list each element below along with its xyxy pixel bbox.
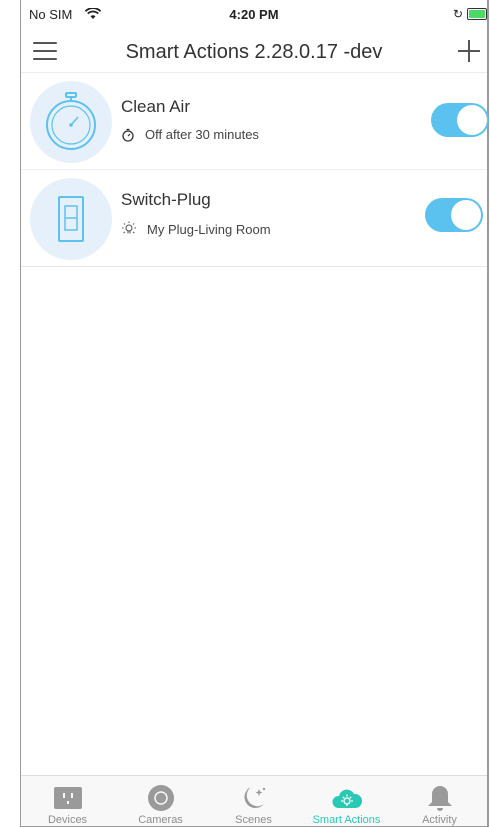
clock: 4:20 PM bbox=[229, 7, 279, 22]
action-detail-text: Off after 30 minutes bbox=[145, 127, 259, 142]
camera-lens-icon bbox=[147, 785, 174, 811]
timer-icon bbox=[46, 92, 96, 150]
battery-icon bbox=[467, 8, 487, 20]
action-icon-background bbox=[30, 81, 112, 163]
outlet-icon bbox=[53, 787, 82, 809]
tab-devices[interactable]: Devices bbox=[21, 776, 114, 826]
tab-bar: Devices Cameras Scenes Smart Actions Act… bbox=[21, 775, 487, 826]
tab-label: Smart Actions bbox=[312, 814, 381, 826]
cloud-sun-icon bbox=[332, 789, 362, 808]
tab-label: Cameras bbox=[138, 814, 183, 826]
action-detail-text: My Plug-Living Room bbox=[147, 221, 271, 237]
action-detail: My Plug-Living Room bbox=[121, 221, 271, 237]
tab-cameras[interactable]: Cameras bbox=[114, 776, 207, 826]
action-enabled-toggle[interactable] bbox=[431, 103, 489, 137]
stopwatch-icon bbox=[122, 128, 134, 142]
action-detail: Off after 30 minutes bbox=[121, 127, 259, 142]
action-enabled-toggle[interactable] bbox=[425, 198, 483, 232]
nav-bar: Smart Actions 2.28.0.17 -dev bbox=[21, 28, 487, 73]
rotation-lock-icon: ↻ bbox=[453, 7, 464, 21]
light-switch-icon bbox=[58, 196, 84, 242]
tab-smart-actions[interactable]: Smart Actions bbox=[300, 776, 393, 826]
bell-icon bbox=[427, 786, 452, 811]
action-icon-background bbox=[30, 178, 112, 260]
action-name: Clean Air bbox=[121, 97, 190, 116]
add-action-icon[interactable] bbox=[458, 40, 480, 62]
tab-label: Devices bbox=[47, 814, 88, 826]
tab-activity[interactable]: Activity bbox=[393, 776, 486, 826]
app-screen: No SIM 4:20 PM ↻ Smart Actions 2.28.0.17… bbox=[0, 0, 490, 827]
page-title: Smart Actions 2.28.0.17 -dev bbox=[125, 41, 383, 63]
moon-stars-icon bbox=[243, 787, 265, 809]
bulb-icon bbox=[122, 221, 136, 234]
tab-label: Activity bbox=[422, 814, 457, 826]
tab-scenes[interactable]: Scenes bbox=[207, 776, 300, 826]
tab-label: Scenes bbox=[235, 814, 272, 826]
status-bar: No SIM 4:20 PM ↻ bbox=[21, 0, 487, 28]
action-row-clean-air[interactable]: Clean Air Off after 30 minutes bbox=[21, 73, 489, 170]
action-row-switch-plug[interactable]: Switch-Plug My Plug-Living Room bbox=[21, 170, 487, 267]
action-name: Switch-Plug bbox=[121, 190, 211, 209]
